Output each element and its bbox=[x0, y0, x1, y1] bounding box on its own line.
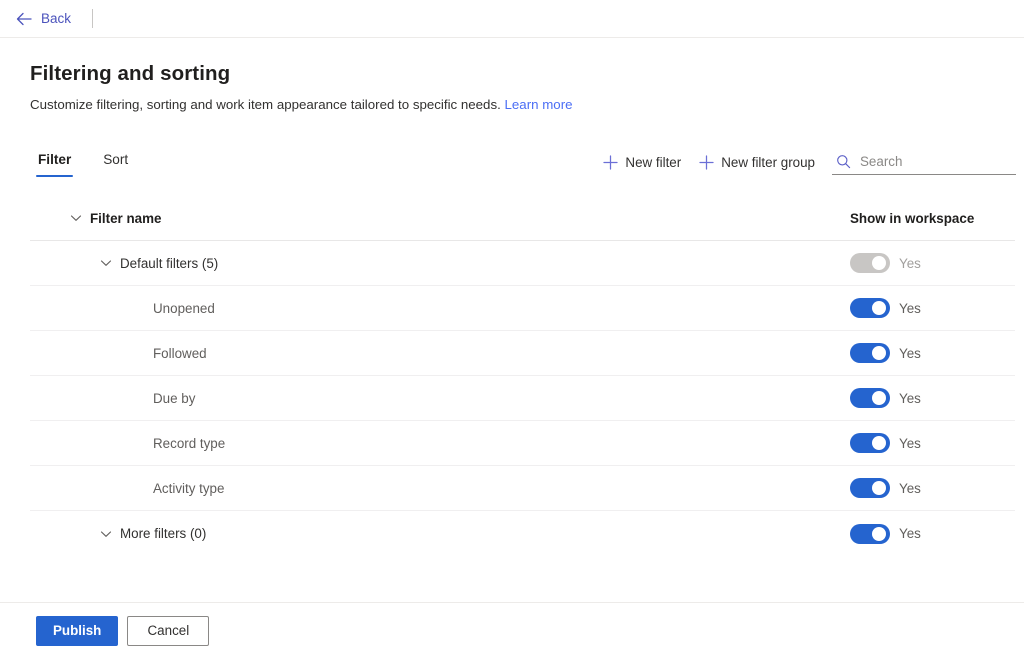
row-name-cell: Due by bbox=[30, 391, 850, 406]
show-in-workspace-toggle[interactable] bbox=[850, 298, 890, 318]
top-command-bar: Back bbox=[0, 0, 1024, 38]
row-toggle-cell: Yes bbox=[850, 388, 1015, 408]
toggle-state-label: Yes bbox=[899, 345, 921, 361]
show-in-workspace-toggle[interactable] bbox=[850, 433, 890, 453]
toggle-knob bbox=[872, 436, 886, 450]
search-box[interactable] bbox=[832, 151, 1016, 175]
row-expand-chevron-button[interactable] bbox=[92, 520, 120, 548]
show-in-workspace-toggle[interactable] bbox=[850, 343, 890, 363]
column-header-show-in-workspace: Show in workspace bbox=[850, 210, 975, 226]
row-label: Unopened bbox=[153, 300, 215, 316]
page-description: Customize filtering, sorting and work it… bbox=[30, 96, 573, 114]
toggle-knob bbox=[872, 346, 886, 360]
new-filter-button[interactable]: New filter bbox=[594, 150, 690, 175]
new-filter-label: New filter bbox=[625, 155, 682, 170]
publish-button[interactable]: Publish bbox=[36, 615, 119, 646]
row-label: Record type bbox=[153, 435, 226, 451]
row-name-cell: Default filters (5) bbox=[30, 249, 850, 277]
filter-toolbar: New filter New filter group bbox=[594, 150, 1016, 175]
header-toggle-cell: Show in workspace bbox=[850, 211, 1015, 226]
back-label: Back bbox=[41, 11, 72, 26]
row-name-cell: Record type bbox=[30, 436, 850, 451]
table-body: Default filters (5) Yes Unopened Yes Followe… bbox=[30, 241, 1015, 556]
toggle-state-label: Yes bbox=[899, 300, 921, 316]
show-in-workspace-toggle bbox=[850, 253, 890, 273]
toggle-state-label: Yes bbox=[899, 255, 921, 271]
cancel-button[interactable]: Cancel bbox=[127, 615, 210, 646]
row-label: Activity type bbox=[153, 480, 225, 496]
table-header-row: Filter name Show in workspace bbox=[30, 196, 1015, 241]
row-expand-chevron-button[interactable] bbox=[92, 249, 120, 277]
tab-filter[interactable]: Filter bbox=[30, 148, 79, 177]
chevron-down-icon bbox=[70, 212, 82, 224]
header-name-cell: Filter name bbox=[30, 204, 850, 232]
toggle-state-label: Yes bbox=[899, 480, 921, 496]
row-toggle-cell: Yes bbox=[850, 433, 1015, 453]
toolbar-divider bbox=[92, 9, 94, 28]
table-row: More filters (0) Yes bbox=[30, 511, 1015, 556]
row-toggle-cell: Yes bbox=[850, 343, 1015, 363]
row-label: Due by bbox=[153, 390, 196, 406]
row-label: Followed bbox=[153, 345, 207, 361]
arrow-left-icon bbox=[16, 12, 32, 26]
toggle-knob bbox=[872, 526, 886, 541]
table-row: Followed Yes bbox=[30, 331, 1015, 376]
plus-icon bbox=[603, 155, 619, 170]
toggle-knob bbox=[872, 391, 886, 405]
row-name-cell: More filters (0) bbox=[30, 520, 850, 548]
table-row: Activity type Yes bbox=[30, 466, 1015, 511]
row-toggle-cell: Yes bbox=[850, 253, 1015, 273]
row-toggle-cell: Yes bbox=[850, 298, 1015, 318]
row-toggle-cell: Yes bbox=[850, 523, 1015, 544]
page-footer: Publish Cancel bbox=[0, 602, 1024, 658]
row-name-cell: Unopened bbox=[30, 301, 850, 316]
toggle-knob bbox=[872, 256, 886, 270]
toggle-state-label: Yes bbox=[899, 390, 921, 406]
back-button[interactable]: Back bbox=[11, 8, 76, 29]
show-in-workspace-toggle[interactable] bbox=[850, 478, 890, 498]
row-name-cell: Followed bbox=[30, 346, 850, 361]
toggle-state-label: Yes bbox=[899, 435, 921, 451]
table-row: Default filters (5) Yes bbox=[30, 241, 1015, 286]
toggle-state-label: Yes bbox=[899, 526, 921, 541]
row-label: Default filters (5) bbox=[120, 255, 219, 271]
column-header-filter-name: Filter name bbox=[90, 210, 162, 226]
show-in-workspace-toggle[interactable] bbox=[850, 523, 890, 544]
plus-icon bbox=[699, 155, 714, 170]
tab-sort[interactable]: Sort bbox=[95, 148, 136, 177]
show-in-workspace-toggle[interactable] bbox=[850, 388, 890, 408]
row-name-cell: Activity type bbox=[30, 481, 850, 496]
toggle-knob bbox=[872, 481, 886, 495]
row-toggle-cell: Yes bbox=[850, 478, 1015, 498]
new-filter-group-button[interactable]: New filter group bbox=[690, 150, 824, 175]
toggle-knob bbox=[872, 301, 886, 315]
page-title: Filtering and sorting bbox=[30, 62, 231, 85]
expand-all-chevron-button[interactable] bbox=[62, 204, 90, 232]
filtering-and-sorting-page: Back Filtering and sorting Customize fil… bbox=[0, 0, 1024, 658]
chevron-down-icon bbox=[100, 257, 112, 269]
table-row: Unopened Yes bbox=[30, 286, 1015, 331]
search-input[interactable] bbox=[860, 153, 1012, 169]
row-label: More filters (0) bbox=[120, 526, 207, 541]
chevron-down-icon bbox=[100, 528, 112, 540]
table-row: Record type Yes bbox=[30, 421, 1015, 466]
learn-more-link[interactable]: Learn more bbox=[505, 97, 573, 112]
filters-table: Filter name Show in workspace Default fi… bbox=[30, 196, 1015, 556]
search-icon bbox=[836, 154, 851, 169]
new-filter-group-label: New filter group bbox=[721, 155, 815, 170]
table-row: Due by Yes bbox=[30, 376, 1015, 421]
pivot-tabs: Filter Sort bbox=[30, 148, 136, 177]
page-description-text: Customize filtering, sorting and work it… bbox=[30, 97, 501, 112]
